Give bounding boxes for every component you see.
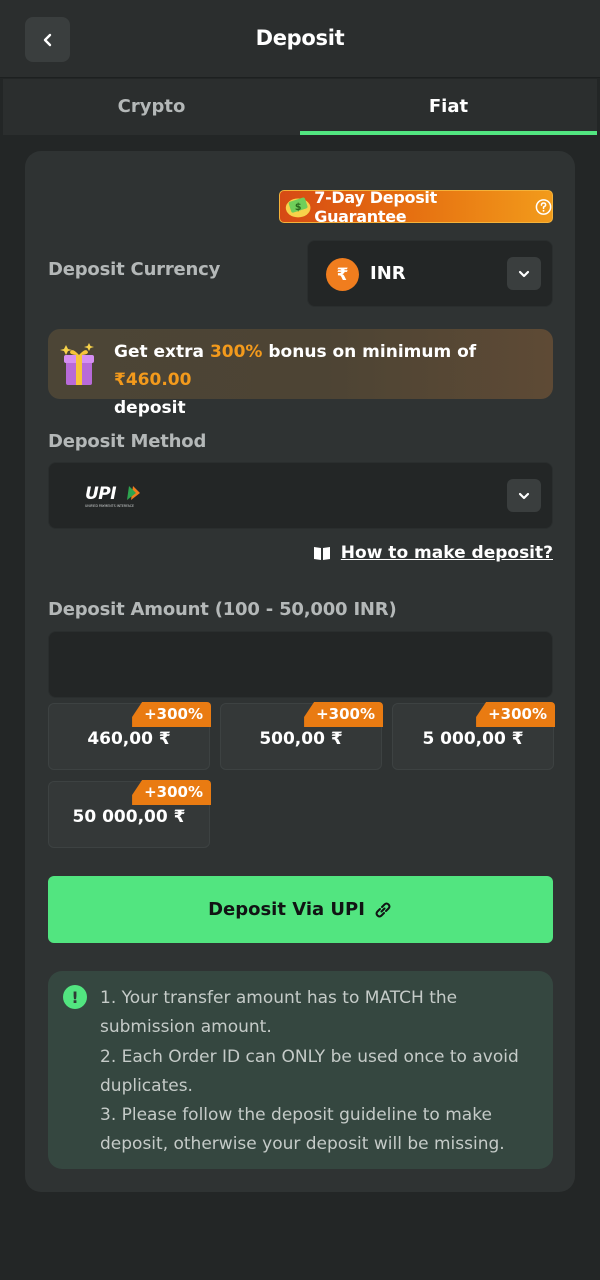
svg-text:$: $ — [295, 202, 302, 213]
bonus-badge: +300% — [304, 702, 383, 727]
notice-line: 2. Each Order ID can ONLY be used once t… — [100, 1046, 519, 1096]
deposit-notice: ! 1. Your transfer amount has to MATCH t… — [48, 971, 553, 1169]
preset-amount-value: 500,00 ₹ — [259, 729, 343, 749]
svg-text:UPI: UPI — [85, 484, 116, 504]
bonus-banner: Get extra 300% bonus on minimum of ₹460.… — [48, 329, 553, 418]
book-icon — [313, 547, 330, 560]
deposit-method-select[interactable]: UPI UNIFIED PAYMENTS INTERFACE — [48, 462, 553, 529]
preset-amount-button[interactable]: +300% 460,00 ₹ — [48, 702, 211, 770]
currency-type-tabs: Crypto Fiat — [3, 79, 597, 135]
bonus-badge: +300% — [132, 780, 211, 805]
notice-line: 3. Please follow the deposit guideline t… — [100, 1105, 505, 1155]
deposit-amount-label: Deposit Amount (100 - 50,000 INR) — [48, 599, 397, 620]
preset-amount-value: 460,00 ₹ — [87, 729, 171, 749]
chevron-down-icon — [518, 270, 530, 277]
tab-fiat[interactable]: Fiat — [300, 79, 597, 135]
preset-amount-button[interactable]: +300% 50 000,00 ₹ — [48, 780, 211, 848]
tab-crypto[interactable]: Crypto — [3, 79, 300, 135]
gift-icon — [60, 343, 94, 385]
svg-text:UNIFIED PAYMENTS INTERFACE: UNIFIED PAYMENTS INTERFACE — [85, 504, 134, 508]
deposit-guarantee-badge[interactable]: $ 7-Day Deposit Guarantee — [279, 187, 553, 226]
exclamation-circle-icon: ! — [63, 985, 87, 1009]
how-to-deposit-text[interactable]: How to make deposit? — [341, 543, 553, 563]
money-shield-icon: $ — [285, 197, 311, 218]
deposit-amount-input[interactable] — [48, 631, 553, 698]
preset-amount-value: 5 000,00 ₹ — [422, 729, 524, 749]
chevron-down-icon — [518, 492, 530, 499]
deposit-via-upi-button[interactable]: Deposit Via UPI — [48, 876, 553, 943]
deposit-method-label: Deposit Method — [48, 431, 207, 452]
currency-code: INR — [370, 263, 406, 284]
rupee-coin-icon: ₹ — [326, 258, 359, 291]
notice-line: 1. Your transfer amount has to MATCH the… — [100, 988, 458, 1038]
bonus-badge: +300% — [476, 702, 555, 727]
currency-select[interactable]: ₹ INR — [307, 240, 553, 307]
preset-amount-button[interactable]: +300% 500,00 ₹ — [220, 702, 383, 770]
how-to-deposit-link[interactable]: How to make deposit? — [313, 543, 553, 563]
preset-amount-value: 50 000,00 ₹ — [72, 807, 186, 827]
bonus-badge: +300% — [132, 702, 211, 727]
notice-text: 1. Your transfer amount has to MATCH the… — [100, 984, 540, 1160]
page-title: Deposit — [255, 26, 345, 50]
method-dropdown-toggle[interactable] — [507, 479, 541, 512]
preset-amount-button[interactable]: +300% 5 000,00 ₹ — [392, 702, 555, 770]
deposit-button-label: Deposit Via UPI — [208, 899, 365, 920]
question-circle-icon[interactable] — [535, 198, 552, 216]
top-bar: Deposit — [0, 0, 600, 78]
link-icon — [375, 902, 391, 917]
deposit-currency-label: Deposit Currency — [48, 259, 221, 280]
currency-dropdown-toggle[interactable] — [507, 257, 541, 290]
guarantee-label: 7-Day Deposit Guarantee — [314, 187, 437, 226]
upi-logo: UPI UNIFIED PAYMENTS INTERFACE — [85, 484, 140, 508]
bonus-text: Get extra 300% bonus on minimum of ₹460.… — [114, 342, 477, 418]
